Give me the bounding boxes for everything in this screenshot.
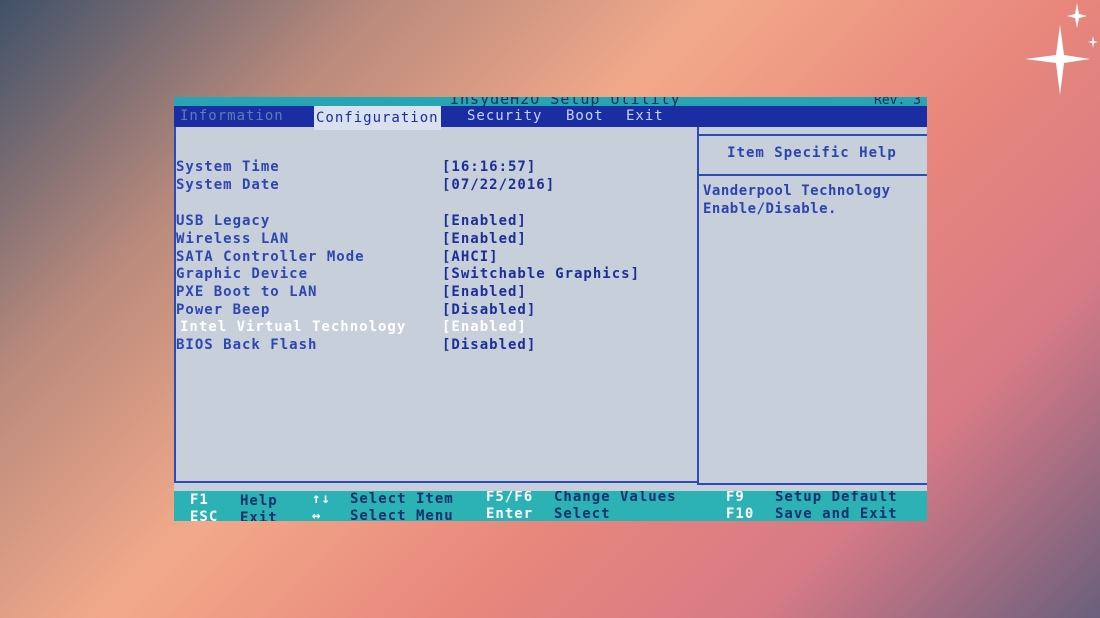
setting-bios-back-flash[interactable]: BIOS Back Flash [Disabled]: [176, 337, 697, 354]
setting-value[interactable]: [Disabled]: [442, 337, 536, 354]
f10-key: F10: [726, 506, 755, 521]
enter-desc: Select: [554, 506, 611, 521]
settings-pane: System Time [16:16:57] System Date [07/2…: [174, 127, 699, 483]
f10-desc: Save and Exit: [775, 506, 898, 521]
setting-label: System Time: [176, 159, 280, 175]
setting-label: Intel Virtual Technology: [180, 319, 407, 335]
setting-power-beep[interactable]: Power Beep [Disabled]: [176, 302, 697, 319]
setting-usb-legacy[interactable]: USB Legacy [Enabled]: [176, 213, 697, 230]
updown-key: ↑↓: [312, 491, 331, 507]
menu-bar: Information Configuration Security Boot …: [174, 106, 927, 130]
setting-label: SATA Controller Mode: [176, 249, 365, 265]
help-pane: Item Specific Help Vanderpool Technology…: [697, 134, 927, 485]
setting-label: USB Legacy: [176, 213, 271, 229]
setting-system-date[interactable]: System Date [07/22/2016]: [176, 177, 697, 194]
setting-system-time[interactable]: System Time [16:16:57]: [176, 159, 697, 176]
tab-security[interactable]: Security: [467, 106, 542, 127]
help-title: Item Specific Help: [697, 136, 927, 176]
f1-key: F1: [190, 492, 209, 508]
setting-value[interactable]: [Switchable Graphics]: [442, 266, 640, 283]
help-line: Vanderpool Technology: [703, 183, 891, 199]
f9-desc: Setup Default: [775, 491, 898, 505]
help-line: Enable/Disable.: [703, 201, 837, 217]
esc-desc: Exit: [240, 510, 278, 521]
setting-value[interactable]: [Enabled]: [442, 231, 527, 248]
setting-value[interactable]: [Disabled]: [442, 302, 536, 319]
setting-value[interactable]: [Enabled]: [442, 213, 527, 230]
leftright-key: ↔: [312, 508, 322, 521]
updown-desc: Select Item: [350, 491, 454, 507]
f1-desc: Help: [240, 493, 278, 509]
setting-label: BIOS Back Flash: [176, 337, 318, 353]
leftright-desc: Select Menu: [350, 508, 454, 521]
setting-intel-virtual-technology[interactable]: Intel Virtual Technology [Enabled]: [176, 319, 697, 336]
setting-graphic-device[interactable]: Graphic Device [Switchable Graphics]: [176, 266, 697, 283]
setting-value[interactable]: [16:16:57]: [442, 159, 536, 176]
setting-label: Graphic Device: [176, 266, 309, 282]
f5f6-key: F5/F6: [486, 491, 534, 505]
esc-key: ESC: [190, 509, 219, 521]
setting-label: PXE Boot to LAN: [176, 284, 318, 300]
bios-screen: InsydeH2O Setup Utility Rev. 3 Informati…: [174, 97, 927, 521]
f5f6-desc: Change Values: [554, 491, 677, 505]
f9-key: F9: [726, 491, 745, 505]
setting-wireless-lan[interactable]: Wireless LAN [Enabled]: [176, 231, 697, 248]
tab-boot[interactable]: Boot: [566, 106, 604, 127]
setting-label: System Date: [176, 177, 280, 193]
setting-value[interactable]: [Enabled]: [442, 284, 527, 301]
tab-information[interactable]: Information: [180, 106, 284, 127]
setting-label: Wireless LAN: [176, 231, 290, 247]
setting-label: Power Beep: [176, 302, 271, 318]
tab-exit[interactable]: Exit: [626, 106, 664, 127]
setting-value[interactable]: [AHCI]: [442, 249, 499, 266]
key-legend: F1 Help ESC Exit ↑↓ Select Item ↔ Select…: [174, 491, 927, 521]
sparkle-icon: [1025, 3, 1098, 95]
help-text: Vanderpool Technology Enable/Disable.: [703, 182, 925, 218]
setting-sata-controller-mode[interactable]: SATA Controller Mode [AHCI]: [176, 249, 697, 266]
enter-key: Enter: [486, 506, 534, 521]
setting-value[interactable]: [Enabled]: [442, 319, 527, 336]
setting-pxe-boot[interactable]: PXE Boot to LAN [Enabled]: [176, 284, 697, 301]
setting-value[interactable]: [07/22/2016]: [442, 177, 555, 194]
